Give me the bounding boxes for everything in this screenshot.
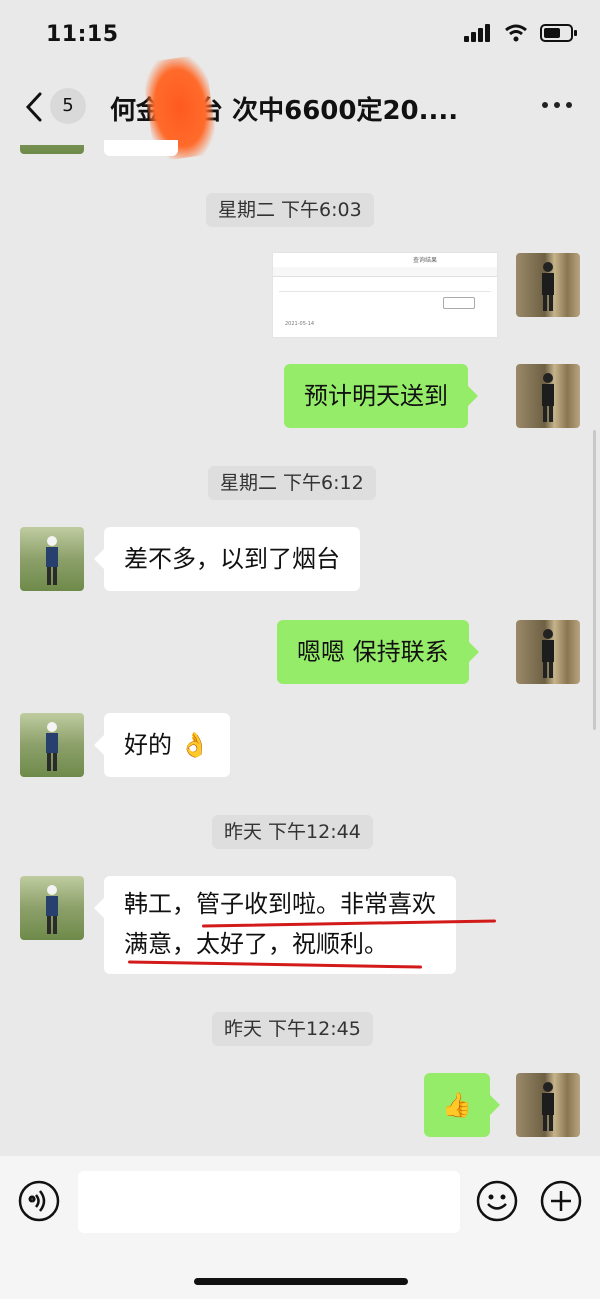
image-header: 查询结果 bbox=[413, 257, 438, 264]
voice-input-icon[interactable] bbox=[18, 1180, 60, 1222]
add-icon[interactable] bbox=[540, 1180, 582, 1222]
home-indicator[interactable] bbox=[194, 1278, 408, 1285]
my-message[interactable]: 预计明天送到 bbox=[284, 364, 478, 428]
image-button bbox=[443, 297, 475, 309]
chat-screen: 11:15 5 何金 烟台 次中6600定20.... 星期二 下午6:03 查… bbox=[0, 0, 600, 1299]
message-text: 嗯嗯 保持联系 bbox=[297, 638, 449, 666]
timestamp: 昨天 下午12:45 bbox=[212, 1012, 373, 1046]
timestamp: 星期二 下午6:12 bbox=[208, 466, 376, 500]
message-text-line: 韩工，管子收到啦。非常喜欢 bbox=[124, 890, 436, 918]
previous-bubble bbox=[104, 140, 178, 156]
chat-header: 5 何金 烟台 次中6600定20.... bbox=[0, 72, 600, 142]
contact-avatar[interactable] bbox=[20, 713, 84, 777]
signal-icon bbox=[464, 24, 490, 42]
image-message[interactable]: 查询结果 2021-05-14 bbox=[272, 252, 498, 338]
my-message[interactable]: 嗯嗯 保持联系 bbox=[277, 620, 479, 684]
my-avatar[interactable] bbox=[516, 253, 580, 317]
contact-avatar[interactable] bbox=[20, 876, 84, 940]
more-options-icon[interactable] bbox=[542, 102, 572, 108]
input-bar bbox=[0, 1156, 600, 1299]
image-row bbox=[279, 291, 491, 292]
message-text: 预计明天送到 bbox=[304, 382, 448, 410]
status-icons bbox=[464, 24, 578, 42]
my-avatar[interactable] bbox=[516, 620, 580, 684]
thumbs-up-icon: 👍 bbox=[442, 1091, 472, 1119]
battery-icon bbox=[540, 24, 577, 42]
timestamp: 星期二 下午6:03 bbox=[206, 193, 374, 227]
scroll-indicator[interactable] bbox=[593, 430, 596, 730]
message-text: 好的 👌 bbox=[124, 731, 210, 759]
back-icon[interactable] bbox=[20, 90, 50, 124]
unread-count-badge[interactable]: 5 bbox=[50, 88, 86, 124]
my-message[interactable]: 👍 bbox=[424, 1073, 500, 1137]
contact-avatar[interactable] bbox=[20, 527, 84, 591]
contact-message[interactable]: 好的 👌 bbox=[94, 713, 230, 777]
message-input[interactable] bbox=[78, 1171, 460, 1233]
status-time: 11:15 bbox=[46, 22, 119, 47]
status-bar: 11:15 bbox=[0, 0, 600, 70]
image-date: 2021-05-14 bbox=[285, 321, 315, 327]
my-avatar[interactable] bbox=[516, 364, 580, 428]
message-text-line: 满意，太好了，祝顺利。 bbox=[124, 930, 388, 958]
wifi-icon bbox=[505, 24, 527, 42]
image-bar bbox=[273, 267, 497, 277]
my-avatar[interactable] bbox=[516, 1073, 580, 1137]
contact-message[interactable]: 差不多，以到了烟台 bbox=[94, 527, 360, 591]
message-text: 差不多，以到了烟台 bbox=[124, 545, 340, 573]
emoji-icon[interactable] bbox=[476, 1180, 518, 1222]
timestamp: 昨天 下午12:44 bbox=[212, 815, 373, 849]
